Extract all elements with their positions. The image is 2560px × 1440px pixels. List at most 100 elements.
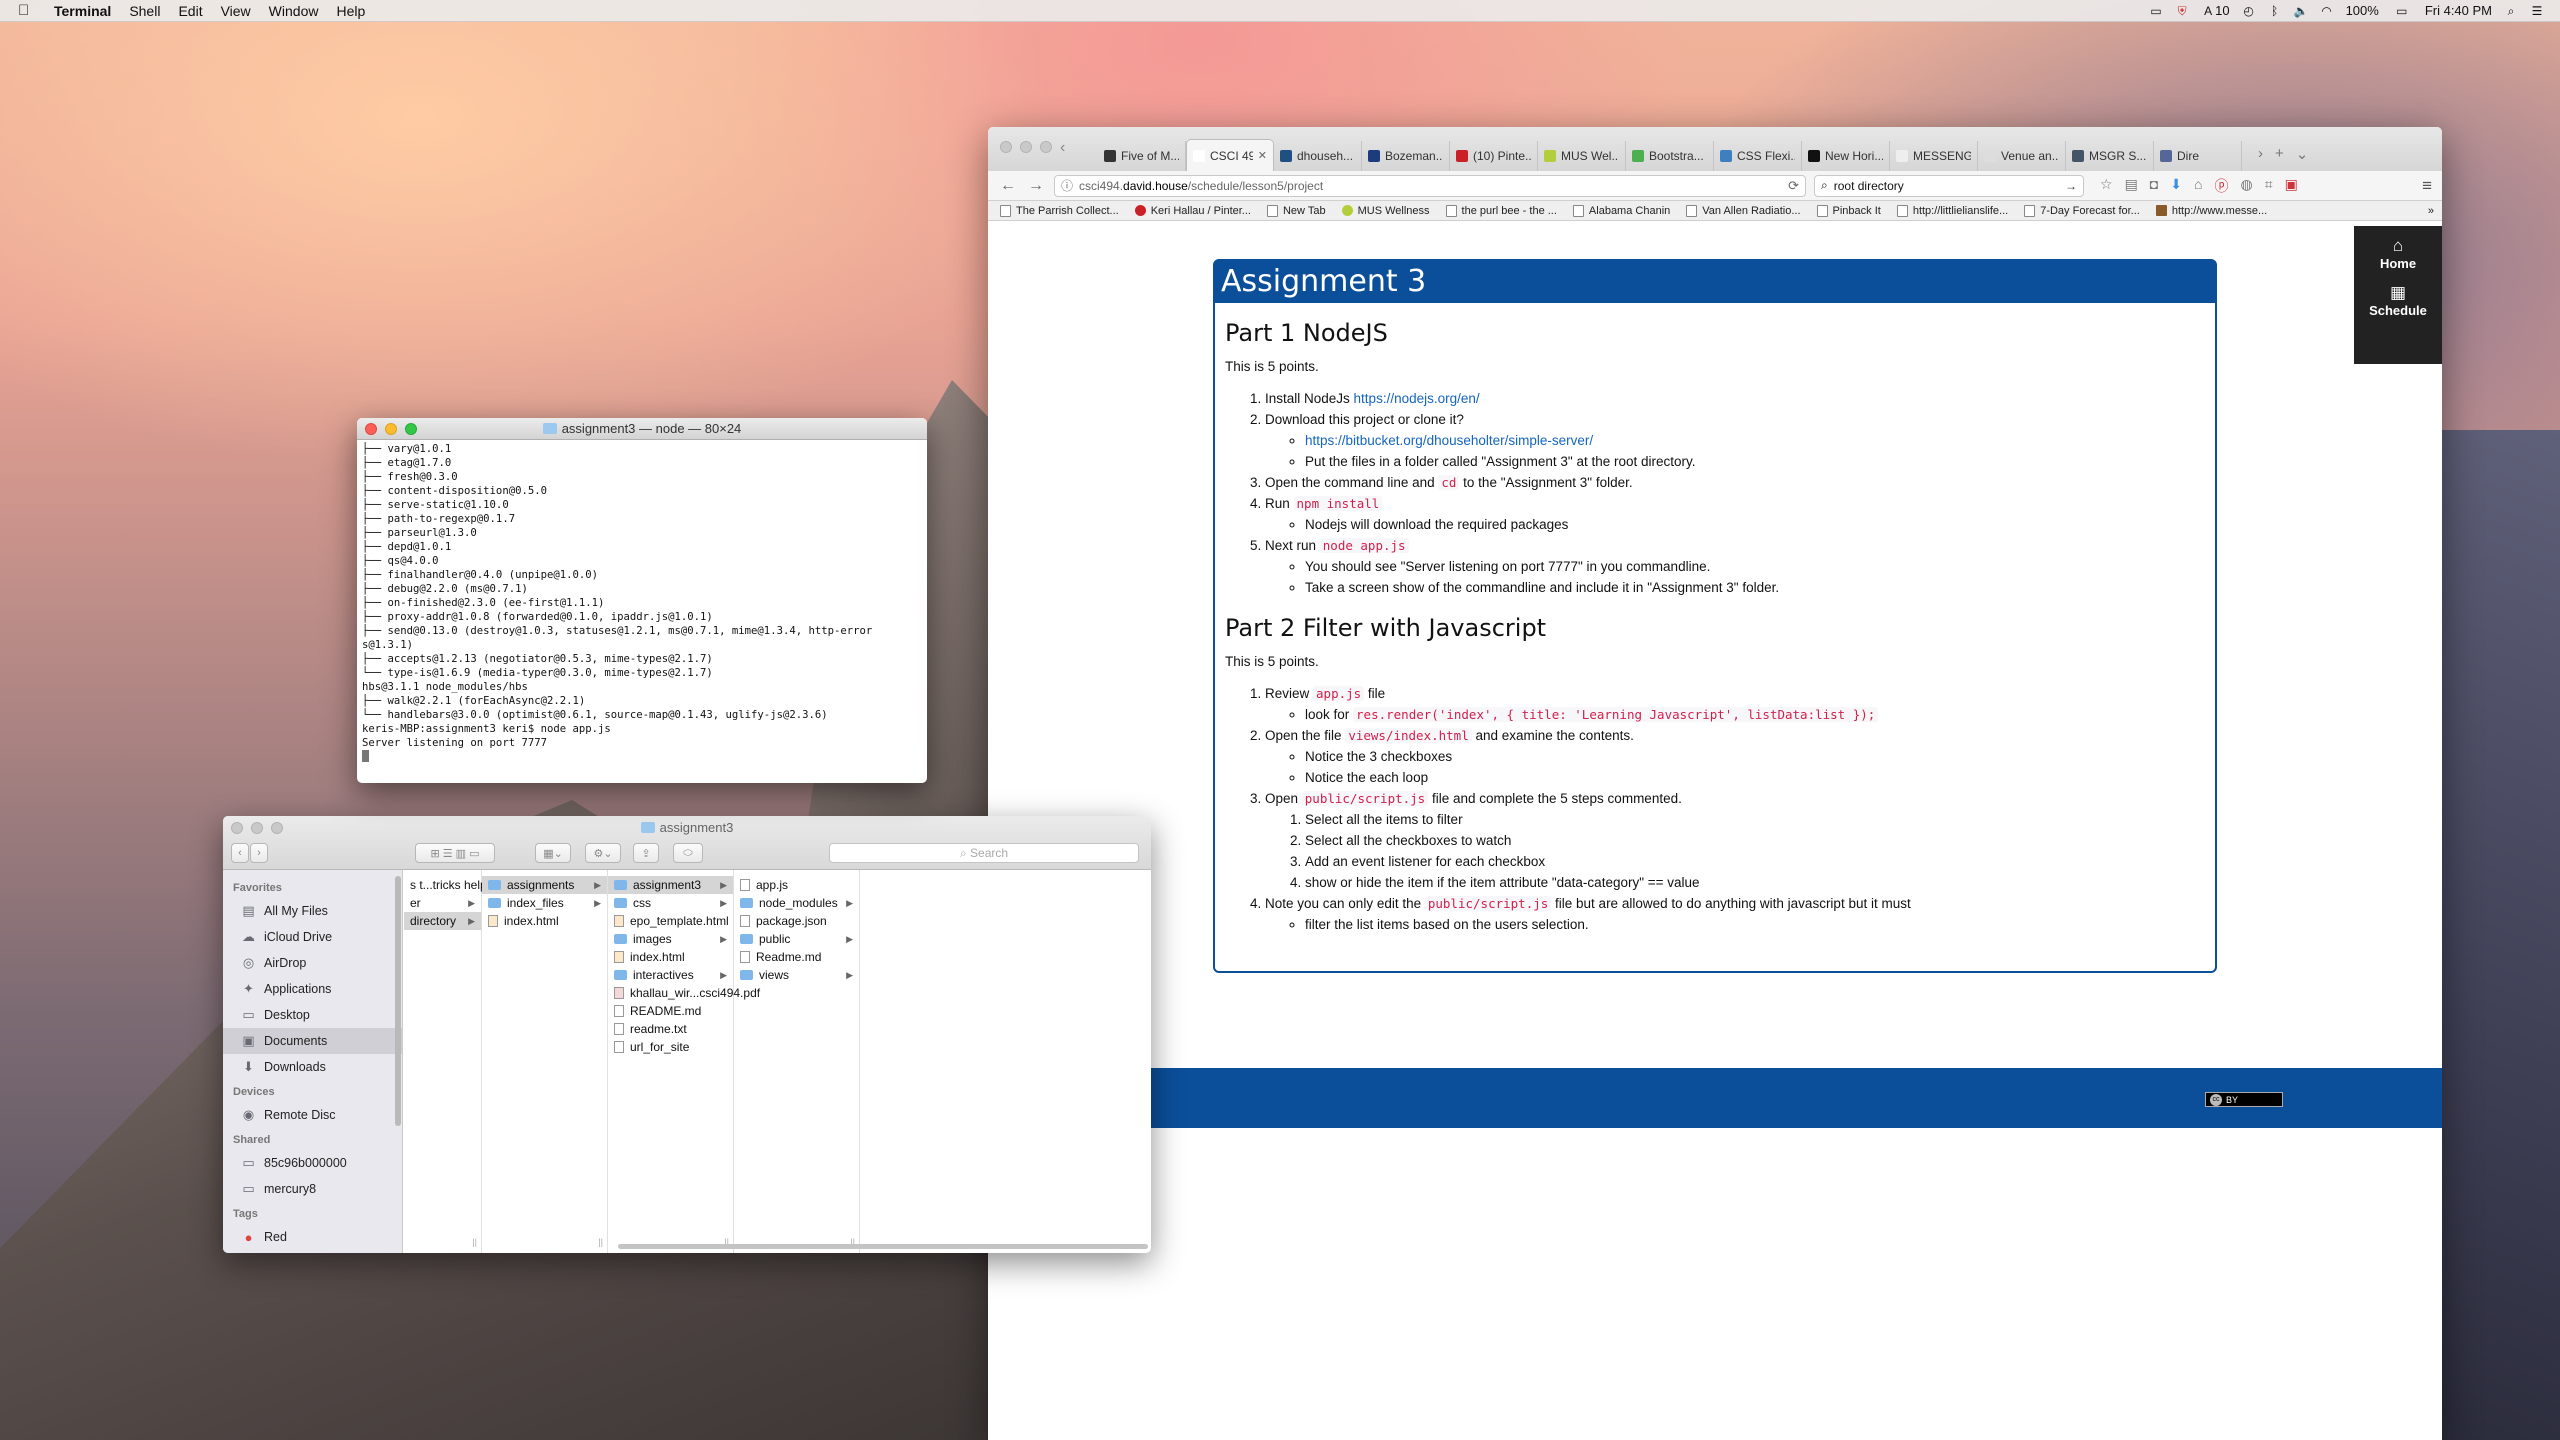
menu-view[interactable]: View — [221, 3, 251, 19]
sidebar-item-airdrop[interactable]: ◎ AirDrop — [223, 950, 402, 976]
folder-item[interactable]: directory ▶ — [404, 912, 481, 930]
sidebar-scrollbar[interactable] — [395, 876, 401, 1126]
sidebar-item-all-my-files[interactable]: ▤ All My Files — [223, 898, 402, 924]
tabs-scroll-right-icon[interactable]: › — [2258, 145, 2263, 163]
bookmarks-overflow-icon[interactable]: » — [2428, 205, 2434, 217]
bluetooth-icon[interactable]: ᛒ — [2268, 4, 2282, 18]
adobe-badge[interactable]: A 10 — [2201, 3, 2229, 18]
tab-close-icon[interactable]: ✕ — [1258, 149, 1267, 162]
zoom-button[interactable] — [405, 423, 417, 435]
bookmark-0[interactable]: The Parrish Collect... — [1000, 204, 1119, 217]
crop-icon[interactable]: ⌗ — [2265, 176, 2273, 196]
spotlight-icon[interactable]: ⌕ — [2504, 4, 2518, 18]
forward-icon[interactable]: → — [1026, 177, 1046, 195]
bookmark-7[interactable]: Pinback It — [1816, 204, 1881, 217]
bookmark-10[interactable]: http://www.messe... — [2155, 205, 2267, 217]
finder-search-input[interactable]: ⌕ Search — [829, 843, 1139, 863]
folder-item[interactable]: public ▶ — [734, 930, 859, 948]
bookmark-4[interactable]: the purl bee - the ... — [1445, 204, 1557, 217]
tab-10[interactable]: Venue an... — [1978, 141, 2066, 171]
time-machine-icon[interactable]: ◴ — [2242, 4, 2256, 18]
file-item[interactable]: package.json — [734, 912, 859, 930]
url-bar[interactable]: ⓘ csci494.david.house/schedule/lesson5/p… — [1054, 174, 1806, 197]
close-button[interactable] — [1000, 141, 1012, 153]
battery-percent[interactable]: 100% — [2346, 3, 2379, 18]
folder-item[interactable]: css ▶ — [608, 894, 733, 912]
sidebar-item-applications[interactable]: ✦ Applications — [223, 976, 402, 1002]
file-item[interactable]: Readme.md — [734, 948, 859, 966]
folder-item[interactable]: assignments ▶ — [482, 876, 607, 894]
file-item[interactable]: readme.txt — [608, 1020, 733, 1038]
menu-window[interactable]: Window — [269, 3, 319, 19]
bookmark-6[interactable]: Van Allen Radiatio... — [1686, 204, 1801, 217]
column-resize-grip-icon[interactable]: || — [598, 1237, 603, 1247]
side-nav-home[interactable]: ⌂ Home — [2380, 236, 2416, 271]
file-item[interactable]: index.html — [482, 912, 607, 930]
back-icon[interactable]: ← — [998, 177, 1018, 195]
tab-3[interactable]: Bozeman... — [1362, 141, 1450, 171]
file-item[interactable]: app.js — [734, 876, 859, 894]
share-icon[interactable]: ⇪ — [633, 843, 659, 863]
folder-item[interactable]: index_files ▶ — [482, 894, 607, 912]
sidebar-item-red[interactable]: ● Red — [223, 1224, 402, 1250]
downloads-icon[interactable]: ⬇ — [2170, 176, 2182, 196]
bookmark-2[interactable]: New Tab — [1266, 204, 1326, 217]
file-item[interactable]: README.md — [608, 1002, 733, 1020]
folder-item[interactable]: assignment3 ▶ — [608, 876, 733, 894]
sidebar-item-85c96b000000[interactable]: ▭ 85c96b000000 — [223, 1150, 402, 1176]
chat-icon[interactable]: ◍ — [2240, 176, 2252, 196]
bookmark-1[interactable]: Keri Hallau / Pinter... — [1134, 205, 1251, 217]
reload-icon[interactable]: ⟳ — [1788, 178, 1799, 194]
view-mode-control[interactable]: ⊞ ☰ ▥ ▭ — [415, 843, 495, 863]
tab-list-icon[interactable]: ⌄ — [2296, 145, 2309, 163]
apple-menu-icon[interactable]:  — [18, 2, 40, 19]
volume-icon[interactable]: 🔈 — [2294, 4, 2309, 18]
tab-6[interactable]: Bootstra... — [1626, 141, 1714, 171]
folder-item[interactable]: node_modules ▶ — [734, 894, 859, 912]
tag-icon[interactable]: ⬭ — [673, 843, 703, 863]
sidebar-item-downloads[interactable]: ⬇ Downloads — [223, 1054, 402, 1080]
finder-forward-icon[interactable]: › — [250, 843, 268, 863]
file-item[interactable]: epo_template.html — [608, 912, 733, 930]
menu-edit[interactable]: Edit — [178, 3, 202, 19]
column-resize-grip-icon[interactable]: || — [472, 1237, 477, 1247]
hamburger-menu-icon[interactable]: ≡ — [2422, 176, 2432, 196]
arrange-icon[interactable]: ▦⌄ — [535, 843, 571, 863]
sidebar-item-mercury8[interactable]: ▭ mercury8 — [223, 1176, 402, 1202]
folder-item[interactable]: er ▶ — [404, 894, 481, 912]
bookmark-8[interactable]: http://littlielianslife... — [1896, 204, 2008, 217]
pocket-icon[interactable]: ◘ — [2150, 176, 2158, 196]
bookmark-5[interactable]: Alabama Chanin — [1572, 204, 1670, 217]
sidebar-item-desktop[interactable]: ▭ Desktop — [223, 1002, 402, 1028]
bookmark-3[interactable]: MUS Wellness — [1341, 205, 1430, 217]
addon-icon[interactable]: ▣ — [2285, 176, 2298, 196]
folder-item[interactable]: interactives ▶ — [608, 966, 733, 984]
close-button[interactable] — [365, 423, 377, 435]
tab-5[interactable]: MUS Wel... — [1538, 141, 1626, 171]
folder-item[interactable]: s t...tricks help▶ — [404, 876, 500, 894]
shield-icon[interactable]: ⛨ — [2175, 4, 2189, 18]
side-nav-schedule[interactable]: ▦ Schedule — [2369, 283, 2427, 318]
tab-11[interactable]: MSGR S... — [2066, 141, 2154, 171]
file-item[interactable]: url_for_site — [608, 1038, 733, 1056]
tab-4[interactable]: (10) Pinte... — [1450, 141, 1538, 171]
reading-list-icon[interactable]: ▤ — [2125, 176, 2138, 196]
sidebar-item-remote-disc[interactable]: ◉ Remote Disc — [223, 1102, 402, 1128]
tab-7[interactable]: CSS Flexi... — [1714, 141, 1802, 171]
wifi-icon[interactable]: ◠ — [2320, 4, 2334, 18]
terminal-output[interactable]: ├── vary@1.0.1 ├── etag@1.7.0 ├── fresh@0.… — [357, 440, 927, 782]
tab-12[interactable]: Dire — [2154, 141, 2242, 171]
new-tab-icon[interactable]: + — [2275, 145, 2284, 163]
menu-shell[interactable]: Shell — [129, 3, 160, 19]
folder-item[interactable]: images ▶ — [608, 930, 733, 948]
tab-1[interactable]: CSCI 494 ... ✕ — [1186, 139, 1274, 171]
bitbucket-link[interactable]: https://bitbucket.org/dhouseholter/simpl… — [1305, 433, 1593, 448]
sidebar-item-icloud-drive[interactable]: ☁ iCloud Drive — [223, 924, 402, 950]
home-icon[interactable]: ⌂ — [2194, 176, 2202, 196]
bookmark-star-icon[interactable]: ☆ — [2100, 176, 2113, 196]
mirroring-icon[interactable]: ▭ — [2149, 4, 2163, 18]
sidebar-item-documents[interactable]: ▣ Documents — [223, 1028, 402, 1054]
bookmark-9[interactable]: 7-Day Forecast for... — [2024, 204, 2140, 217]
file-item[interactable]: khallau_wir...csci494.pdf — [608, 984, 760, 1002]
minimize-button[interactable] — [1020, 141, 1032, 153]
